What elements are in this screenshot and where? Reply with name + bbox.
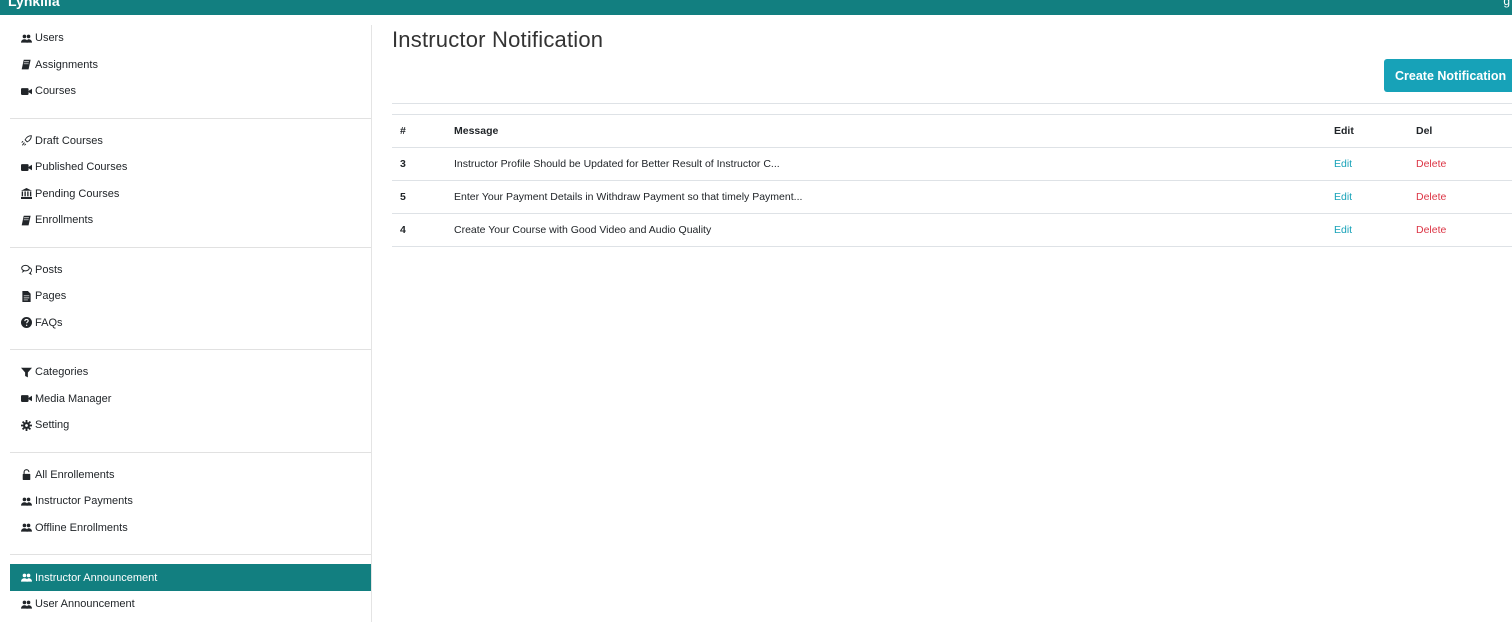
sidebar-item-offline-enrollments[interactable]: Offline Enrollments xyxy=(10,515,371,542)
sidebar-item-label: Courses xyxy=(35,85,76,98)
sidebar: Users Assignments Courses Draft Courses … xyxy=(10,25,372,622)
sidebar-item-label: FAQs xyxy=(35,316,63,329)
sidebar-item-setting[interactable]: Setting xyxy=(10,412,371,439)
sidebar-item-label: Categories xyxy=(35,366,89,379)
users-icon xyxy=(20,32,32,44)
row-number: 3 xyxy=(400,158,406,170)
sidebar-item-pages[interactable]: Pages xyxy=(10,283,371,310)
brand-logo[interactable]: Lynkilla xyxy=(8,0,60,9)
sidebar-divider xyxy=(10,554,371,555)
sidebar-item-label: Pending Courses xyxy=(35,187,120,200)
sidebar-item-users[interactable]: Users xyxy=(10,25,371,52)
table-row: 4 Create Your Course with Good Video and… xyxy=(392,214,1512,247)
sidebar-item-label: Enrollments xyxy=(35,214,94,227)
sidebar-group-announcements: Instructor Announcement User Announcemen… xyxy=(10,564,371,618)
sidebar-item-instructor-announcement[interactable]: Instructor Announcement xyxy=(10,564,371,591)
sidebar-item-faqs[interactable]: FAQs xyxy=(10,310,371,337)
notifications-table: # Message Edit Del 3 Instructor Profile … xyxy=(392,114,1512,247)
page-title: Instructor Notification xyxy=(392,27,604,52)
column-header-edit: Edit xyxy=(1334,125,1354,137)
sidebar-item-label: Offline Enrollments xyxy=(35,521,128,534)
sidebar-group-content: Posts Pages FAQs xyxy=(10,257,371,337)
gear-icon xyxy=(20,419,32,431)
sidebar-divider xyxy=(10,246,371,248)
sidebar-item-pending-courses[interactable]: Pending Courses xyxy=(10,181,371,208)
table-header-row: # Message Edit Del xyxy=(392,115,1512,148)
sidebar-item-label: Setting xyxy=(35,419,70,432)
sidebar-divider xyxy=(10,451,371,453)
question-icon xyxy=(20,317,32,329)
sidebar-item-all-enrollements[interactable]: All Enrollements xyxy=(10,462,371,489)
top-navbar: Lynkilla g xyxy=(0,0,1512,15)
sidebar-item-published-courses[interactable]: Published Courses xyxy=(10,154,371,181)
sidebar-item-label: Draft Courses xyxy=(35,134,103,147)
sidebar-group-main: Users Assignments Courses xyxy=(10,25,371,105)
sidebar-item-instructor-payments[interactable]: Instructor Payments xyxy=(10,488,371,515)
sidebar-item-user-announcement[interactable]: User Announcement xyxy=(10,591,371,618)
sidebar-divider xyxy=(10,349,371,350)
row-number: 5 xyxy=(400,191,406,203)
sidebar-item-label: Posts xyxy=(35,263,63,276)
book-icon xyxy=(20,59,32,71)
column-header-number: # xyxy=(400,125,406,137)
sidebar-item-label: All Enrollements xyxy=(35,468,115,481)
row-message: Instructor Profile Should be Updated for… xyxy=(454,158,780,170)
users-icon xyxy=(20,495,32,507)
edit-link[interactable]: Edit xyxy=(1334,191,1352,203)
delete-link[interactable]: Delete xyxy=(1416,224,1446,236)
sidebar-item-label: Instructor Announcement xyxy=(35,571,158,584)
lock-icon xyxy=(20,469,32,481)
video-icon xyxy=(20,393,32,405)
sidebar-item-assignments[interactable]: Assignments xyxy=(10,52,371,79)
row-message: Create Your Course with Good Video and A… xyxy=(454,224,712,236)
sidebar-item-media-manager[interactable]: Media Manager xyxy=(10,386,371,413)
column-header-del: Del xyxy=(1416,125,1433,137)
users-icon xyxy=(20,522,32,534)
rocket-icon xyxy=(20,135,32,147)
users-icon xyxy=(20,572,32,584)
sidebar-item-enrollments[interactable]: Enrollments xyxy=(10,207,371,234)
sidebar-item-categories[interactable]: Categories xyxy=(10,359,371,386)
sidebar-item-posts[interactable]: Posts xyxy=(10,257,371,284)
sidebar-group-enrollments: All Enrollements Instructor Payments Off… xyxy=(10,462,371,542)
video-icon xyxy=(20,85,32,97)
video-icon xyxy=(20,161,32,173)
sidebar-item-label: Pages xyxy=(35,290,67,303)
header-divider xyxy=(392,103,1512,104)
row-number: 4 xyxy=(400,224,406,236)
main-content: Instructor Notification Create Notificat… xyxy=(392,25,1512,622)
delete-link[interactable]: Delete xyxy=(1416,158,1446,170)
book-icon xyxy=(20,214,32,226)
sidebar-group-settings: Categories Media Manager Setting xyxy=(10,359,371,439)
sidebar-item-label: Users xyxy=(35,32,64,45)
sidebar-item-courses[interactable]: Courses xyxy=(10,78,371,105)
sidebar-divider xyxy=(10,117,371,119)
sidebar-item-label: Media Manager xyxy=(35,392,112,405)
create-notification-button[interactable]: Create Notification xyxy=(1384,59,1512,92)
edit-link[interactable]: Edit xyxy=(1334,158,1352,170)
sidebar-item-draft-courses[interactable]: Draft Courses xyxy=(10,128,371,155)
table-row: 5 Enter Your Payment Details in Withdraw… xyxy=(392,181,1512,214)
sidebar-item-label: User Announcement xyxy=(35,598,135,611)
sidebar-item-label: Assignments xyxy=(35,58,98,71)
comments-icon xyxy=(20,264,32,276)
column-header-message: Message xyxy=(454,125,499,137)
users-icon xyxy=(20,598,32,610)
row-message: Enter Your Payment Details in Withdraw P… xyxy=(454,191,803,203)
file-icon xyxy=(20,290,32,302)
bank-icon xyxy=(20,188,32,200)
user-menu-toggle[interactable]: g xyxy=(1503,0,1510,8)
table-row: 3 Instructor Profile Should be Updated f… xyxy=(392,148,1512,181)
sidebar-group-courses: Draft Courses Published Courses Pending … xyxy=(10,128,371,234)
filter-icon xyxy=(20,366,32,378)
sidebar-item-label: Instructor Payments xyxy=(35,495,133,508)
edit-link[interactable]: Edit xyxy=(1334,224,1352,236)
delete-link[interactable]: Delete xyxy=(1416,191,1446,203)
sidebar-item-label: Published Courses xyxy=(35,161,128,174)
